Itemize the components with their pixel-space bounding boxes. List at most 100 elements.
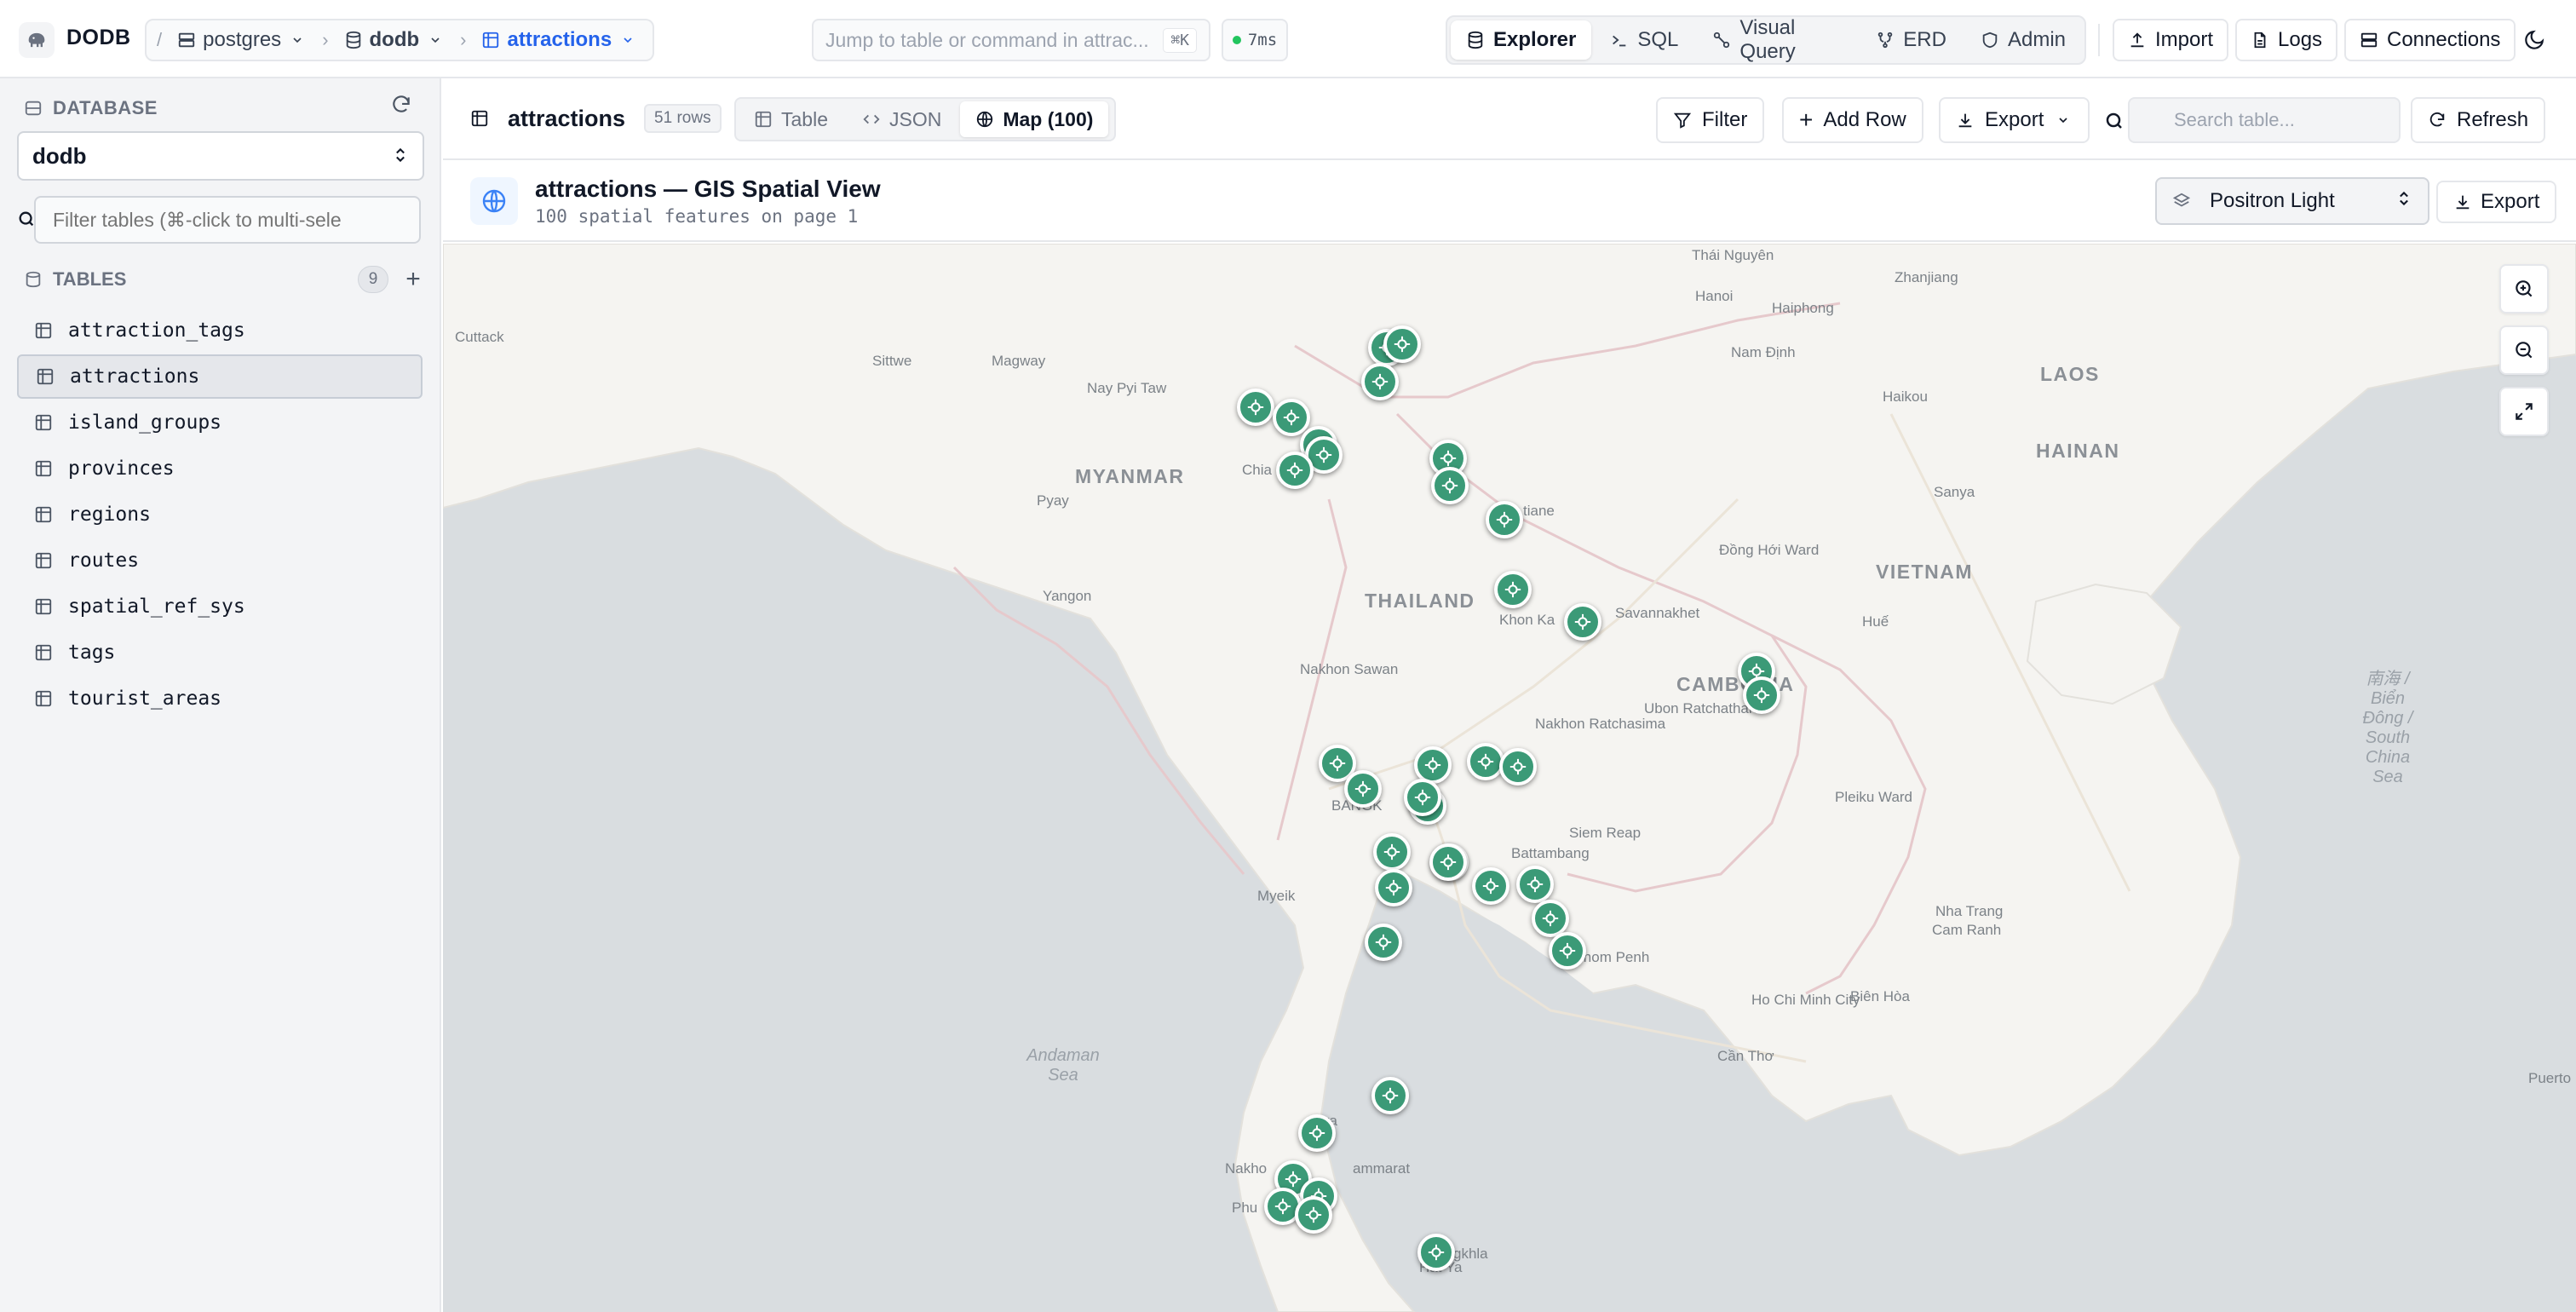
map-marker[interactable]	[1417, 1234, 1455, 1271]
map-marker[interactable]	[1743, 676, 1780, 714]
zoom-in-button[interactable]	[2499, 264, 2549, 314]
app-logo[interactable]	[19, 22, 55, 58]
map-marker[interactable]	[1373, 833, 1411, 871]
map-marker[interactable]	[1375, 869, 1412, 906]
sidebar-table-tourist-areas[interactable]: tourist_areas	[17, 676, 423, 721]
map-city-label: Siem Reap	[1569, 825, 1642, 841]
tab-sql[interactable]: SQL	[1595, 20, 1693, 60]
breadcrumb-server[interactable]: postgres	[170, 23, 313, 57]
table-name: attractions	[508, 105, 626, 131]
row-count-badge: 51 rows	[644, 104, 722, 133]
export-dropdown-button[interactable]: Export	[1939, 97, 2090, 143]
tab-admin[interactable]: Admin	[1965, 20, 2081, 60]
map-marker[interactable]	[1365, 924, 1402, 961]
sidebar-table-label: attraction_tags	[68, 319, 245, 342]
sidebar-table-regions[interactable]: regions	[17, 492, 423, 537]
tab-visual-query[interactable]: Visual Query	[1697, 16, 1857, 63]
table-filter-input[interactable]	[34, 196, 421, 244]
breadcrumb-table[interactable]: attractions	[474, 23, 644, 57]
filter-icon	[1673, 111, 1692, 129]
filter-label: Filter	[1702, 108, 1748, 131]
zoom-out-button[interactable]	[2499, 325, 2549, 375]
sidebar-table-label: island_groups	[68, 411, 222, 434]
map-marker[interactable]	[1431, 467, 1469, 504]
tab-explorer[interactable]: Explorer	[1451, 20, 1592, 60]
map-marker[interactable]	[1499, 748, 1537, 785]
map-city-label: Savannakhet	[1615, 605, 1700, 621]
location-pin-icon	[1482, 878, 1499, 895]
location-pin-icon	[1753, 687, 1770, 704]
location-pin-icon	[1504, 581, 1521, 598]
location-pin-icon	[1424, 757, 1441, 774]
map-city-label: Hanoi	[1695, 288, 1734, 304]
map-marker[interactable]	[1429, 843, 1467, 881]
map-city-label: Đồng Hới Ward	[1719, 542, 1820, 558]
map-city-label: Khon Ka	[1499, 612, 1555, 628]
map-marker[interactable]	[1344, 770, 1382, 808]
refresh-icon	[2428, 111, 2447, 129]
tab-erd[interactable]: ERD	[1860, 20, 1962, 60]
sidebar-table-label: tourist_areas	[68, 688, 222, 710]
refresh-databases-button[interactable]	[390, 94, 414, 118]
map-marker[interactable]	[1472, 867, 1509, 905]
map-city-label: Puerto	[2528, 1070, 2572, 1086]
map-marker[interactable]	[1361, 363, 1399, 400]
sidebar-table-attractions[interactable]: attractions	[17, 354, 423, 399]
map-export-button[interactable]: Export	[2436, 181, 2557, 223]
map-marker[interactable]	[1295, 1196, 1332, 1234]
map-marker[interactable]	[1298, 1114, 1336, 1152]
basemap-select[interactable]: Positron Light	[2155, 177, 2429, 225]
basemap-value: Positron Light	[2210, 189, 2335, 212]
dark-mode-toggle[interactable]	[2523, 29, 2547, 53]
view-json-tab[interactable]: JSON	[847, 101, 957, 137]
add-table-button[interactable]: +	[402, 265, 424, 294]
table-toolbar: attractions 51 rows Table JSON Map (100)…	[443, 78, 2576, 160]
map-city-label: Magway	[992, 353, 1046, 369]
view-map-tab[interactable]: Map (100)	[960, 101, 1109, 137]
table-icon	[754, 110, 773, 129]
breadcrumb-database[interactable]: dodb	[337, 23, 452, 57]
map-marker[interactable]	[1564, 603, 1601, 641]
location-pin-icon	[1247, 399, 1264, 416]
map-marker[interactable]	[1467, 743, 1504, 780]
view-table-tab[interactable]: Table	[739, 101, 843, 137]
map-marker[interactable]	[1273, 399, 1310, 436]
logs-button[interactable]: Logs	[2235, 19, 2338, 61]
sidebar-table-routes[interactable]: routes	[17, 538, 423, 583]
command-palette-input[interactable]: Jump to table or command in attrac... ⌘K	[812, 19, 1210, 61]
sidebar-table-attraction-tags[interactable]: attraction_tags	[17, 308, 423, 353]
map-marker[interactable]	[1494, 571, 1532, 608]
fullscreen-button[interactable]	[2499, 387, 2549, 436]
table-search-input[interactable]: Search table...	[2128, 97, 2401, 143]
sidebar-table-spatial-ref-sys[interactable]: spatial_ref_sys	[17, 584, 423, 629]
map-city-label: Nha Trang	[1935, 903, 2004, 919]
map-marker[interactable]	[1237, 388, 1274, 426]
view-switcher: Table JSON Map (100)	[734, 97, 1116, 141]
tab-admin-label: Admin	[2007, 28, 2066, 51]
refresh-button[interactable]: Refresh	[2411, 97, 2546, 143]
location-pin-icon	[1305, 1206, 1322, 1223]
map-marker[interactable]	[1549, 932, 1586, 970]
import-button[interactable]: Import	[2113, 19, 2229, 61]
map-city-label: Nakhon Ratchasima	[1535, 716, 1666, 732]
filter-button[interactable]: Filter	[1656, 97, 1765, 143]
map-canvas[interactable]: LAOS HAINAN MYANMAR VIETNAM THAILAND CAMBODIA…	[443, 244, 2576, 1312]
database-select[interactable]: dodb	[17, 131, 424, 181]
table-icon	[34, 459, 53, 478]
connections-button[interactable]: Connections	[2344, 19, 2516, 61]
map-marker[interactable]	[1371, 1077, 1409, 1114]
map-marker[interactable]	[1404, 779, 1441, 816]
map-city-label: Sittwe	[872, 353, 912, 369]
sidebar-table-provinces[interactable]: provinces	[17, 446, 423, 491]
database-section-label: DATABASE	[53, 97, 158, 118]
map-marker[interactable]	[1276, 452, 1314, 489]
sidebar-table-island-groups[interactable]: island_groups	[17, 400, 423, 445]
table-icon	[34, 413, 53, 432]
add-row-button[interactable]: + Add Row	[1782, 97, 1923, 143]
map-city-label: Nakho	[1225, 1160, 1268, 1177]
map-marker[interactable]	[1486, 501, 1523, 538]
sidebar-table-tags[interactable]: tags	[17, 630, 423, 675]
map-marker[interactable]	[1516, 866, 1554, 903]
layers-icon	[2172, 192, 2191, 210]
map-marker[interactable]	[1383, 325, 1421, 363]
